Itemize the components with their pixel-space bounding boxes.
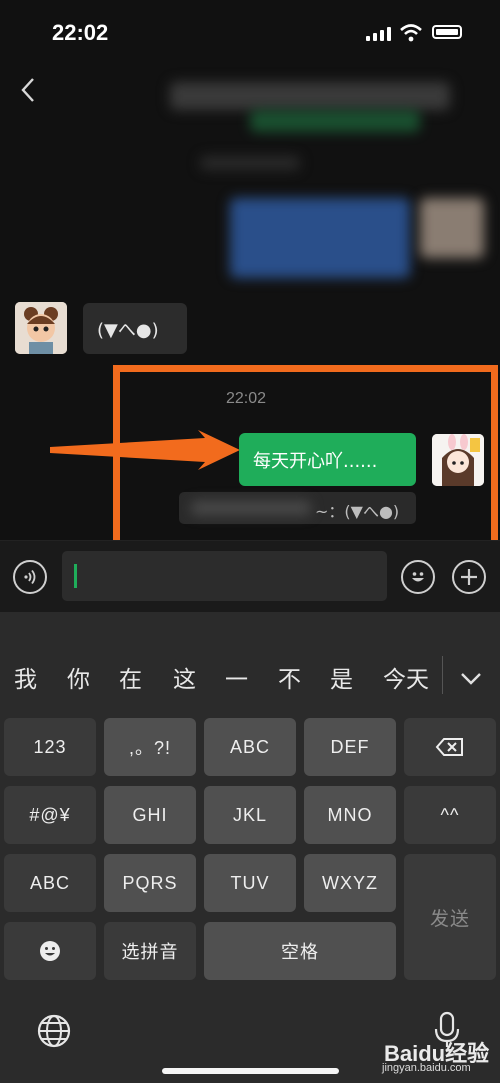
voice-icon [24,569,36,585]
wifi-icon [400,24,422,42]
blurred-avatar [420,198,484,258]
candidate-word[interactable]: 这 [173,660,196,694]
key-jkl[interactable]: JKL [204,786,296,844]
back-icon[interactable] [18,76,38,104]
home-indicator [162,1068,339,1074]
chevron-down-icon[interactable] [460,672,482,686]
contact-avatar[interactable] [15,302,67,354]
candidate-word[interactable]: 今天 [383,660,429,694]
status-time: 22:02 [52,20,109,45]
more-button[interactable] [452,560,486,594]
key-wxyz[interactable]: WXYZ [304,854,396,912]
smile-icon [412,572,424,582]
message-input[interactable] [62,551,387,601]
candidate-word[interactable]: 我 [14,660,37,694]
candidate-word[interactable]: 在 [119,660,142,694]
message-timestamp: 22:02 [226,390,267,407]
key-abc[interactable]: ABC [204,718,296,776]
received-message-text: (▼へ●) [97,319,159,341]
my-avatar[interactable] [432,434,484,486]
sent-message-text: 每天开心吖...... [253,450,378,472]
key-123[interactable]: 123 [4,718,96,776]
key-ghi[interactable]: GHI [104,786,196,844]
key-emoticon[interactable]: ^^ [404,786,496,844]
quote-text: ~：(▼へ●) [315,502,400,521]
candidate-word[interactable]: 你 [67,660,90,694]
blurred-message [250,110,420,132]
key-emoji[interactable] [4,922,96,980]
signal-icon [366,27,392,41]
received-message-bubble[interactable]: (▼へ●) [83,303,187,354]
key-space[interactable]: 空格 [204,922,396,980]
key-tuv[interactable]: TUV [204,854,296,912]
key-punctuation[interactable]: ,。?! [104,718,196,776]
backspace-icon [435,738,463,756]
annotation-arrow [50,430,240,470]
emoji-button[interactable] [401,560,435,594]
key-abc-mode[interactable]: ABC [4,854,96,912]
chat-area: (▼へ●) 22:02 每天开心吖...... ~：(▼へ●) [0,60,500,547]
sent-message-bubble[interactable]: 每天开心吖...... [239,433,416,486]
key-mno[interactable]: MNO [304,786,396,844]
candidate-word[interactable]: 是 [330,660,353,694]
quote-block[interactable]: ~：(▼へ●) [179,492,416,524]
key-backspace[interactable] [404,718,496,776]
baidu-watermark-url: jingyan.baidu.com [382,1062,471,1074]
key-def[interactable]: DEF [304,718,396,776]
plus-icon [461,569,477,585]
candidate-word[interactable]: 一 [225,660,248,694]
candidate-divider [442,656,443,694]
emoji-icon [40,941,60,961]
key-pinyin[interactable]: 选拼音 [104,922,196,980]
input-bar [0,540,500,613]
blurred-title [170,82,450,110]
key-symbols[interactable]: #@¥ [4,786,96,844]
battery-icon [432,25,462,39]
status-bar: 22:02 [0,0,500,60]
blurred-image-message [230,198,410,278]
key-pqrs[interactable]: PQRS [104,854,196,912]
voice-button[interactable] [13,560,47,594]
candidate-word[interactable]: 不 [278,660,301,694]
blurred-timestamp [200,156,300,170]
globe-icon[interactable] [36,1013,72,1049]
blurred-quote-name [191,501,311,515]
send-button[interactable]: 发送 [404,854,496,980]
text-cursor [74,564,77,588]
